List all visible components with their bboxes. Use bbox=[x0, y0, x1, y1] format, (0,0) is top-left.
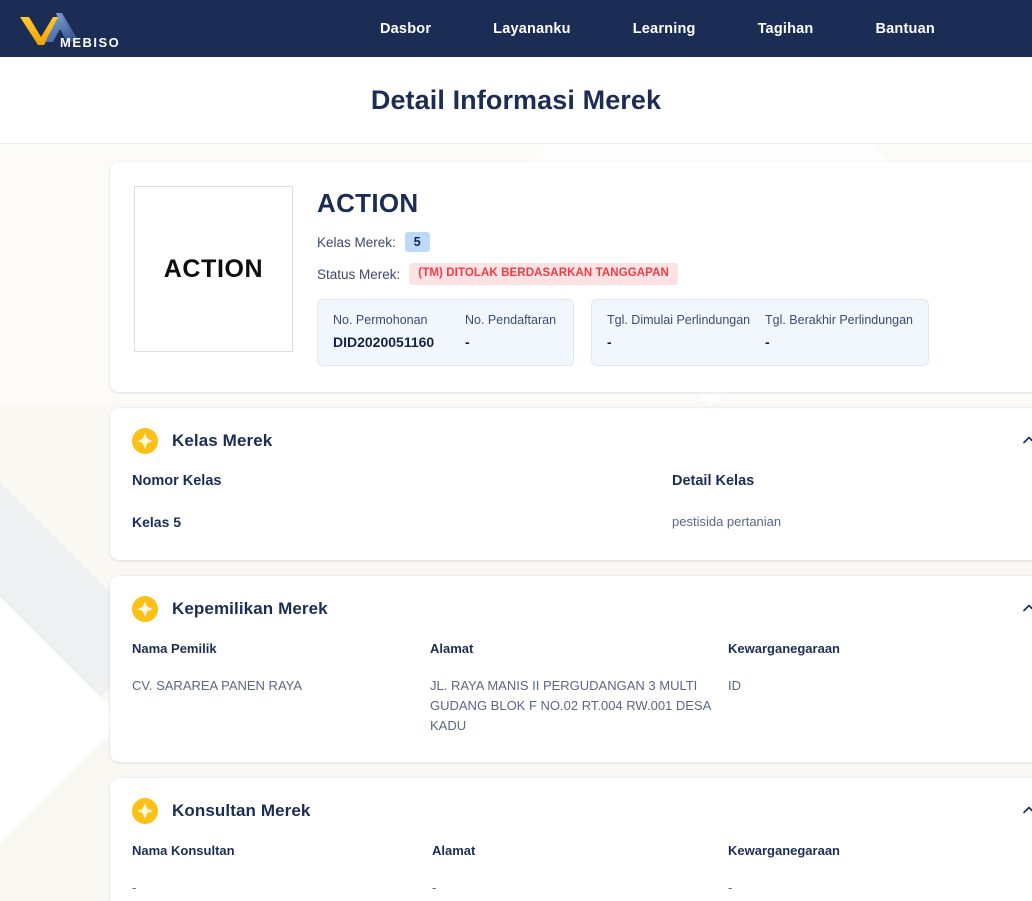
detail-kelas-value: pestisida pertanian bbox=[672, 514, 782, 530]
collapse-toggle-konsultan-merek[interactable] bbox=[1016, 797, 1032, 823]
brand-summary-card: ACTION ACTION Kelas Merek: 5 Status Mere… bbox=[110, 162, 1032, 393]
kelas-merek-title: Kelas Merek bbox=[172, 431, 273, 451]
alamat-konsultan-value: - bbox=[432, 880, 437, 896]
brand-name: ACTION bbox=[317, 188, 419, 218]
nama-pemilik-header: Nama Pemilik bbox=[132, 640, 217, 656]
nama-konsultan-column: Nama Konsultan - bbox=[132, 843, 432, 898]
nama-pemilik-value: CV. SARAREA PANEN RAYA bbox=[132, 677, 303, 693]
page-title: Detail Informasi Merek bbox=[370, 84, 662, 115]
chevron-up-icon bbox=[1023, 436, 1032, 444]
chevron-up-icon bbox=[1023, 604, 1032, 612]
tgl-berakhir-value: - bbox=[765, 334, 770, 351]
nav-link-tagihan[interactable]: Tagihan bbox=[740, 15, 832, 43]
nav-link-bantuan[interactable]: Bantuan bbox=[858, 15, 953, 43]
brand-status-row: Status Merek: (TM) DITOLAK BERDASARKAN T… bbox=[317, 263, 1032, 286]
nomor-kelas-value: Kelas 5 bbox=[132, 514, 182, 531]
detail-kelas-column: Detail Kelas pestisida pertanian bbox=[672, 473, 1032, 534]
nav-link-learning[interactable]: Learning bbox=[615, 15, 714, 43]
kepemilikan-merek-title: Kepemilikan Merek bbox=[172, 598, 328, 618]
kewarganegaraan-konsultan-header: Kewarganegaraan bbox=[728, 843, 840, 859]
brand-logo-preview: ACTION bbox=[134, 186, 293, 352]
brand-class-label: Kelas Merek: bbox=[317, 234, 396, 250]
sparkle-icon bbox=[132, 595, 158, 622]
kewarganegaraan-pemilik-value: ID bbox=[728, 677, 741, 693]
nav-link-layananku[interactable]: Layananku bbox=[475, 15, 589, 43]
kewarganegaraan-pemilik-header: Kewarganegaraan bbox=[728, 640, 840, 656]
sparkle-icon bbox=[132, 428, 158, 455]
kelas-merek-card: Kelas Merek Nomor Kelas Kelas 5 Detail K… bbox=[110, 408, 1032, 560]
kepemilikan-merek-card: Kepemilikan Merek Nama Pemilik CV. SARAR… bbox=[110, 575, 1032, 763]
brand-logo-text: ACTION bbox=[163, 254, 264, 283]
detail-kelas-header: Detail Kelas bbox=[672, 473, 755, 490]
top-navigation-bar: MEBISO Dasbor Layananku Learning Tagihan… bbox=[0, 0, 1032, 57]
application-info-box: No. Permohonan DID2020051160 No. Pendaft… bbox=[317, 299, 574, 367]
kewarganegaraan-konsultan-value: - bbox=[728, 880, 733, 896]
tgl-dimulai-col: Tgl. Dimulai Perlindungan - bbox=[607, 313, 765, 350]
no-permohonan-value: DID2020051160 bbox=[333, 334, 435, 351]
alamat-pemilik-column: Alamat JL. RAYA MANIS II PERGUDANGAN 3 M… bbox=[430, 641, 728, 736]
alamat-konsultan-column: Alamat - bbox=[432, 843, 728, 898]
nomor-kelas-column: Nomor Kelas Kelas 5 bbox=[132, 473, 672, 534]
collapse-toggle-kelas-merek[interactable] bbox=[1016, 427, 1032, 453]
nama-konsultan-value: - bbox=[132, 880, 137, 896]
page-header: Detail Informasi Merek bbox=[0, 57, 1032, 144]
chevron-up-icon bbox=[1023, 806, 1032, 814]
kewarganegaraan-pemilik-column: Kewarganegaraan ID bbox=[728, 641, 978, 736]
sparkle-icon bbox=[132, 798, 158, 825]
collapse-toggle-kepemilikan-merek[interactable] bbox=[1016, 595, 1032, 621]
no-pendaftaran-col: No. Pendaftaran - bbox=[465, 313, 556, 350]
brand-info-strip: No. Permohonan DID2020051160 No. Pendaft… bbox=[317, 299, 1032, 367]
konsultan-merek-card: Konsultan Merek Nama Konsultan - Alamat … bbox=[110, 778, 1032, 901]
svg-text:MEBISO: MEBISO bbox=[60, 35, 120, 50]
brand-status-label: Status Merek: bbox=[317, 266, 401, 282]
alamat-konsultan-header: Alamat bbox=[432, 843, 476, 859]
nama-konsultan-header: Nama Konsultan bbox=[132, 843, 235, 859]
tgl-dimulai-value: - bbox=[607, 334, 612, 351]
protection-date-info-box: Tgl. Dimulai Perlindungan - Tgl. Berakhi… bbox=[591, 299, 929, 367]
nav-link-dasbor[interactable]: Dasbor bbox=[362, 15, 449, 43]
no-pendaftaran-value: - bbox=[465, 334, 470, 351]
mebiso-logo-mark: MEBISO bbox=[20, 12, 120, 50]
status-badge: (TM) DITOLAK BERDASARKAN TANGGAPAN bbox=[409, 263, 678, 286]
primary-nav: Dasbor Layananku Learning Tagihan Bantua… bbox=[349, 15, 966, 43]
nomor-kelas-header: Nomor Kelas bbox=[132, 473, 222, 490]
alamat-pemilik-header: Alamat bbox=[430, 640, 474, 656]
no-permohonan-label: No. Permohonan bbox=[333, 313, 428, 328]
no-pendaftaran-label: No. Pendaftaran bbox=[465, 313, 557, 328]
brand-class-badge: 5 bbox=[404, 232, 430, 253]
kewarganegaraan-konsultan-column: Kewarganegaraan - bbox=[728, 843, 978, 898]
konsultan-merek-title: Konsultan Merek bbox=[172, 801, 311, 821]
no-permohonan-col: No. Permohonan DID2020051160 bbox=[333, 313, 465, 350]
tgl-berakhir-col: Tgl. Berakhir Perlindungan - bbox=[765, 313, 913, 350]
brand-class-row: Kelas Merek: 5 bbox=[317, 232, 1032, 253]
alamat-pemilik-value: JL. RAYA MANIS II PERGUDANGAN 3 MULTI GU… bbox=[430, 677, 711, 734]
tgl-dimulai-label: Tgl. Dimulai Perlindungan bbox=[607, 313, 751, 328]
mebiso-logo[interactable]: MEBISO bbox=[14, 7, 124, 51]
tgl-berakhir-label: Tgl. Berakhir Perlindungan bbox=[765, 313, 913, 328]
nama-pemilik-column: Nama Pemilik CV. SARAREA PANEN RAYA bbox=[132, 641, 430, 736]
main-content: ACTION ACTION Kelas Merek: 5 Status Mere… bbox=[0, 144, 1032, 901]
